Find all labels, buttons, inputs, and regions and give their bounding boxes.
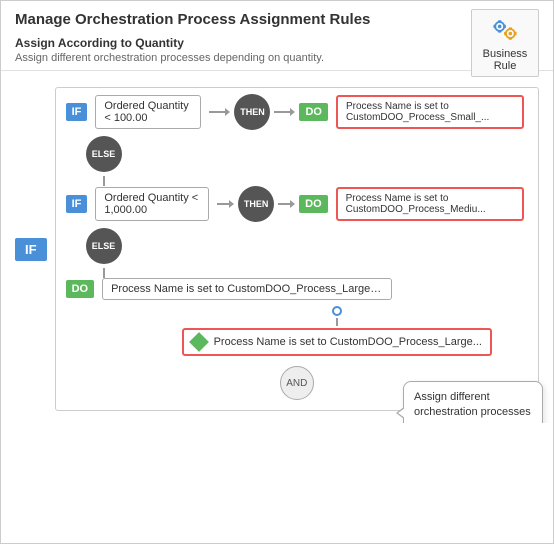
- sub-action-area: Process Name is set to CustomDOO_Process…: [146, 306, 528, 358]
- rule3-do-badge: DO: [66, 280, 95, 298]
- main-container: Manage Orchestration Process Assignment …: [0, 0, 554, 544]
- rule2-row: IF Ordered Quantity < 1,000.00 THEN: [66, 186, 528, 222]
- business-rule-icon: Business Rule: [471, 9, 539, 77]
- rule1-action[interactable]: Process Name is set to CustomDOO_Process…: [336, 95, 524, 129]
- outer-if-badge: IF: [15, 238, 47, 261]
- rule2-condition[interactable]: Ordered Quantity < 1,000.00: [95, 187, 209, 221]
- tooltip-bubble: Assign different orchestration processes…: [403, 381, 543, 423]
- rule3-row: DO Process Name is set to CustomDOO_Proc…: [66, 278, 528, 300]
- rule1-row: IF Ordered Quantity < 100.00 THEN: [66, 94, 528, 130]
- header: Manage Orchestration Process Assignment …: [1, 1, 553, 71]
- and-badge: AND: [280, 366, 314, 400]
- canvas: IF IF Ordered Quantity < 100.00 THEN: [1, 71, 553, 423]
- else2-row: ELSE: [86, 228, 528, 264]
- business-rule-svg: [487, 14, 523, 46]
- subheader-desc: Assign different orchestration processes…: [15, 52, 539, 64]
- v-connector-3: [336, 318, 338, 326]
- rule1-then-badge: THEN: [234, 94, 270, 130]
- outer-if-container: IF Ordered Quantity < 100.00 THEN: [55, 87, 539, 411]
- rule2-action[interactable]: Process Name is set to CustomDOO_Process…: [336, 187, 524, 221]
- connector-dot: [332, 306, 342, 316]
- sub-action-box[interactable]: Process Name is set to CustomDOO_Process…: [182, 328, 492, 356]
- else2-badge: ELSE: [86, 228, 122, 264]
- v-connector-2: [103, 268, 105, 278]
- page-title: Manage Orchestration Process Assignment …: [15, 11, 539, 28]
- rule3-action[interactable]: Process Name is set to CustomDOO_Process…: [102, 278, 392, 300]
- rule1-condition[interactable]: Ordered Quantity < 100.00: [95, 95, 201, 129]
- else1-row: ELSE: [86, 136, 528, 172]
- business-rule-label: Business Rule: [480, 48, 530, 72]
- v-connector-1: [103, 176, 105, 186]
- rule2-then-badge: THEN: [238, 186, 274, 222]
- rule2-do-badge: DO: [299, 195, 328, 213]
- rule2-if-badge: IF: [66, 195, 88, 213]
- outer-if-row: IF IF Ordered Quantity < 100.00 THEN: [15, 87, 539, 411]
- rule1-if-badge: IF: [66, 103, 88, 121]
- diamond-icon: [189, 332, 209, 352]
- else1-badge: ELSE: [86, 136, 122, 172]
- subheader-title: Assign According to Quantity: [15, 36, 539, 50]
- rule1-do-badge: DO: [299, 103, 328, 121]
